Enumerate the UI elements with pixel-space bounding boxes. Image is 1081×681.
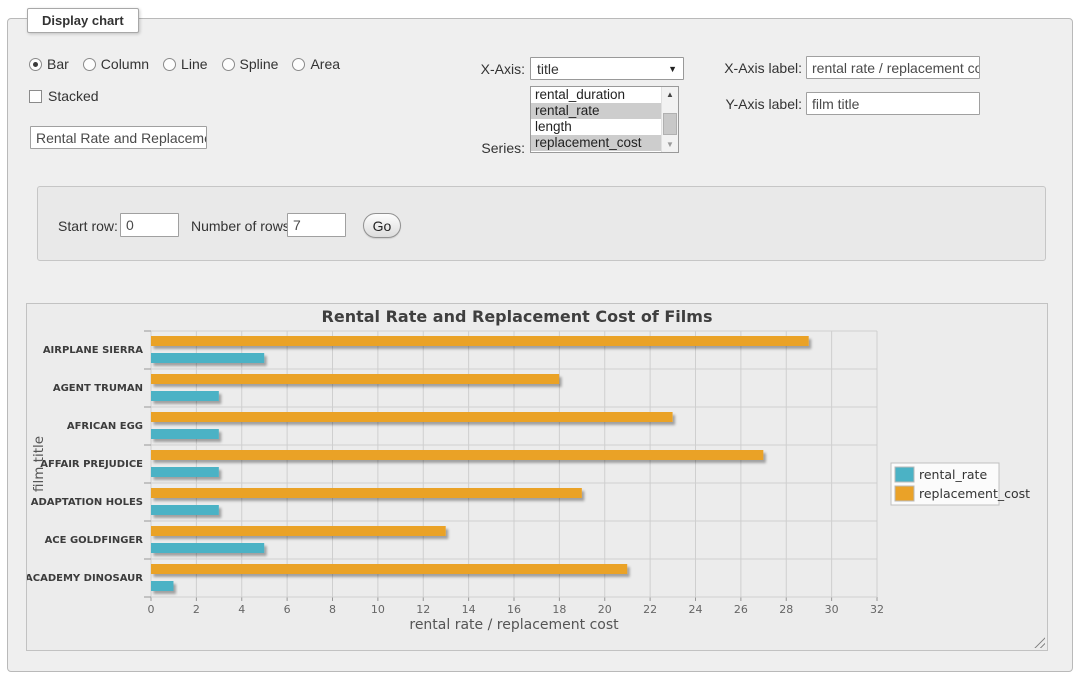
svg-text:replacement_cost: replacement_cost bbox=[919, 486, 1030, 501]
start-row-label: Start row: bbox=[58, 218, 118, 234]
svg-text:film title: film title bbox=[31, 436, 47, 492]
chart-type-option-column[interactable]: Column bbox=[83, 56, 149, 72]
series-listbox[interactable]: rental_durationrental_ratelengthreplacem… bbox=[530, 86, 679, 153]
x-axis-label-field-label: X-Axis label: bbox=[708, 60, 802, 76]
chevron-down-icon: ▼ bbox=[668, 64, 677, 74]
chart-title-input[interactable]: Rental Rate and Replacement Cost of Film… bbox=[30, 126, 207, 149]
scrollbar-thumb[interactable] bbox=[663, 113, 677, 135]
chart-container: 02468101214161820222426283032AIRPLANE SI… bbox=[26, 303, 1048, 651]
series-option-rental_duration[interactable]: rental_duration bbox=[531, 87, 661, 103]
x-axis-label-input[interactable]: rental rate / replacement cost bbox=[806, 56, 980, 79]
stacked-checkbox[interactable] bbox=[29, 90, 42, 103]
svg-text:24: 24 bbox=[689, 603, 703, 616]
svg-text:4: 4 bbox=[238, 603, 245, 616]
number-of-rows-label: Number of rows: bbox=[191, 218, 294, 234]
series-option-replacement_cost[interactable]: replacement_cost bbox=[531, 135, 661, 151]
radio-icon[interactable] bbox=[29, 58, 42, 71]
scroll-up-icon[interactable]: ▲ bbox=[662, 87, 678, 102]
number-of-rows-input[interactable]: 7 bbox=[287, 213, 346, 237]
svg-text:0: 0 bbox=[148, 603, 155, 616]
series-options: rental_durationrental_ratelengthreplacem… bbox=[531, 87, 661, 152]
svg-text:18: 18 bbox=[552, 603, 566, 616]
chart-type-option-bar[interactable]: Bar bbox=[29, 56, 69, 72]
svg-text:AGENT TRUMAN: AGENT TRUMAN bbox=[53, 383, 143, 394]
radio-icon[interactable] bbox=[292, 58, 305, 71]
series-scrollbar[interactable]: ▲ ▼ bbox=[661, 87, 678, 152]
stacked-label: Stacked bbox=[48, 88, 99, 104]
svg-text:ACE GOLDFINGER: ACE GOLDFINGER bbox=[45, 535, 144, 546]
row-range-panel: Start row: 0 Number of rows: 7 Go bbox=[37, 186, 1046, 261]
svg-text:8: 8 bbox=[329, 603, 336, 616]
radio-label: Column bbox=[101, 56, 149, 72]
svg-text:20: 20 bbox=[598, 603, 612, 616]
scroll-down-icon[interactable]: ▼ bbox=[662, 137, 678, 152]
y-axis-label-input[interactable]: film title bbox=[806, 92, 980, 115]
go-button[interactable]: Go bbox=[363, 213, 401, 238]
radio-label: Area bbox=[310, 56, 340, 72]
y-axis-label-field-label: Y-Axis label: bbox=[708, 96, 802, 112]
svg-text:12: 12 bbox=[416, 603, 430, 616]
svg-text:AFFAIR PREJUDICE: AFFAIR PREJUDICE bbox=[40, 459, 143, 470]
radio-icon[interactable] bbox=[163, 58, 176, 71]
svg-text:28: 28 bbox=[779, 603, 793, 616]
svg-text:16: 16 bbox=[507, 603, 521, 616]
radio-label: Bar bbox=[47, 56, 69, 72]
svg-text:ACADEMY DINOSAUR: ACADEMY DINOSAUR bbox=[27, 573, 143, 584]
radio-label: Spline bbox=[240, 56, 279, 72]
series-option-length[interactable]: length bbox=[531, 119, 661, 135]
svg-text:2: 2 bbox=[193, 603, 200, 616]
chart-type-option-spline[interactable]: Spline bbox=[222, 56, 279, 72]
svg-text:AIRPLANE SIERRA: AIRPLANE SIERRA bbox=[43, 345, 143, 356]
svg-text:22: 22 bbox=[643, 603, 657, 616]
svg-text:6: 6 bbox=[284, 603, 291, 616]
series-list-label: Series: bbox=[440, 140, 525, 156]
start-row-input[interactable]: 0 bbox=[120, 213, 179, 237]
chart-canvas: 02468101214161820222426283032AIRPLANE SI… bbox=[27, 304, 1047, 650]
svg-text:Rental Rate and Replacement Co: Rental Rate and Replacement Cost of Film… bbox=[322, 307, 713, 326]
page: { "panel": { "legend_title": "Display ch… bbox=[0, 0, 1081, 681]
x-axis-select[interactable]: title ▼ bbox=[530, 57, 684, 80]
x-axis-selected-value: title bbox=[537, 61, 559, 77]
svg-text:14: 14 bbox=[462, 603, 476, 616]
radio-label: Line bbox=[181, 56, 207, 72]
stacked-checkbox-row[interactable]: Stacked bbox=[29, 88, 99, 104]
fieldset-legend: Display chart bbox=[27, 8, 139, 33]
radio-icon[interactable] bbox=[83, 58, 96, 71]
svg-text:10: 10 bbox=[371, 603, 385, 616]
svg-text:AFRICAN EGG: AFRICAN EGG bbox=[67, 421, 143, 432]
svg-text:30: 30 bbox=[825, 603, 839, 616]
chart-type-option-area[interactable]: Area bbox=[292, 56, 340, 72]
radio-icon[interactable] bbox=[222, 58, 235, 71]
svg-text:ADAPTATION HOLES: ADAPTATION HOLES bbox=[31, 497, 143, 508]
svg-text:26: 26 bbox=[734, 603, 748, 616]
x-axis-select-label: X-Axis: bbox=[440, 61, 525, 77]
chart-type-radio-group: Bar Column Line Spline Area bbox=[29, 56, 340, 72]
svg-text:32: 32 bbox=[870, 603, 884, 616]
chart-type-option-line[interactable]: Line bbox=[163, 56, 207, 72]
svg-text:rental rate / replacement cost: rental rate / replacement cost bbox=[409, 617, 619, 633]
series-option-rental_rate[interactable]: rental_rate bbox=[531, 103, 661, 119]
svg-text:rental_rate: rental_rate bbox=[919, 467, 987, 482]
